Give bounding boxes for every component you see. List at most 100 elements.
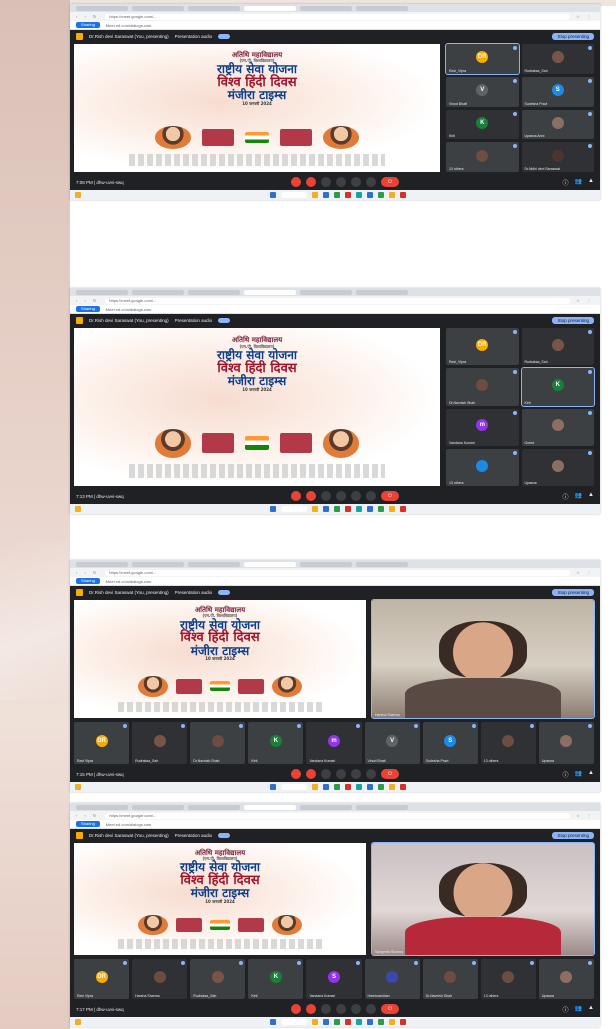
stop-presenting-button[interactable]: Stop presenting: [552, 32, 594, 40]
audio-toggle[interactable]: [218, 589, 231, 595]
taskbar-app-icon[interactable]: [378, 506, 384, 512]
info-icon[interactable]: ⓘ: [563, 1005, 569, 1014]
weather-icon[interactable]: [75, 1019, 81, 1025]
taskbar-app-icon[interactable]: [378, 1019, 384, 1025]
participant-tile[interactable]: Upasna: [538, 959, 594, 999]
leave-call-button[interactable]: ⏻: [381, 769, 399, 779]
browser-tab[interactable]: [76, 561, 128, 567]
browser-tab[interactable]: [356, 5, 408, 11]
mic-icon[interactable]: [291, 1004, 301, 1014]
taskbar-app-icon[interactable]: [345, 192, 351, 198]
browser-tab[interactable]: [244, 804, 296, 810]
participant-tile[interactable]: DR Ravi Vipra: [74, 959, 130, 999]
more-icon[interactable]: [366, 491, 376, 501]
leave-call-button[interactable]: ⏻: [381, 491, 399, 501]
browser-tab[interactable]: [300, 5, 352, 11]
taskbar-app-icon[interactable]: [400, 506, 406, 512]
taskbar-app-icon[interactable]: [356, 192, 362, 198]
participant-tile[interactable]: Rudraksa_Sah: [521, 44, 594, 74]
taskbar-app-icon[interactable]: [400, 784, 406, 790]
people-icon[interactable]: 👥: [575, 1005, 582, 1014]
browser-tab[interactable]: [300, 289, 352, 295]
start-icon[interactable]: [270, 1019, 276, 1025]
participant-tile[interactable]: S Vandana Kumari: [306, 959, 362, 999]
browser-tab[interactable]: [76, 289, 128, 295]
participant-tile[interactable]: 13 others: [446, 142, 519, 172]
browser-actions-icon[interactable]: ☆ ⋮: [576, 570, 594, 575]
taskbar-app-icon[interactable]: [367, 506, 373, 512]
browser-actions-icon[interactable]: ☆ ⋮: [576, 813, 594, 818]
raise-hand-icon[interactable]: [336, 177, 346, 187]
taskbar-app-icon[interactable]: [367, 784, 373, 790]
browser-tab[interactable]: [188, 289, 240, 295]
nav-arrows-icon[interactable]: ‹ › ↻: [76, 298, 99, 303]
more-icon[interactable]: [366, 1004, 376, 1014]
camera-icon[interactable]: [306, 177, 316, 187]
people-icon[interactable]: 👥: [575, 178, 582, 187]
participant-tile[interactable]: K Kirti: [248, 959, 304, 999]
present-icon[interactable]: [351, 491, 361, 501]
browser-actions-icon[interactable]: ☆ ⋮: [576, 14, 594, 19]
participant-tile[interactable]: 13 others: [480, 722, 536, 764]
start-icon[interactable]: [270, 192, 276, 198]
mic-icon[interactable]: [291, 769, 301, 779]
active-speaker-tile[interactable]: Harsha Sharma: [371, 599, 595, 719]
participant-tile[interactable]: V Vinod Bhatt: [364, 722, 420, 764]
activities-icon[interactable]: ▲: [588, 1005, 594, 1014]
browser-tab[interactable]: [244, 5, 296, 11]
taskbar-app-icon[interactable]: [367, 1019, 373, 1025]
browser-tab[interactable]: [132, 289, 184, 295]
browser-tab[interactable]: [132, 5, 184, 11]
taskbar-app-icon[interactable]: [400, 192, 406, 198]
info-icon[interactable]: ⓘ: [563, 178, 569, 187]
browser-tab[interactable]: [356, 804, 408, 810]
active-speaker-tile[interactable]: Sangeeta Sharma: [371, 842, 595, 956]
participant-tile[interactable]: K Kirti: [446, 109, 519, 140]
browser-tab[interactable]: [76, 804, 128, 810]
browser-tab[interactable]: [188, 5, 240, 11]
url-field[interactable]: https://meet.google.com/...: [105, 812, 571, 819]
weather-icon[interactable]: [75, 506, 81, 512]
participant-tile[interactable]: Guest: [521, 408, 594, 446]
browser-tab[interactable]: [244, 289, 296, 295]
taskbar-app-icon[interactable]: [367, 192, 373, 198]
taskbar-app-icon[interactable]: [334, 192, 340, 198]
sharing-pill[interactable]: Sharing: [76, 821, 100, 827]
participant-tile[interactable]: Upasna: [521, 448, 594, 486]
start-icon[interactable]: [270, 784, 276, 790]
participant-tile[interactable]: Harshvardhan: [364, 959, 420, 999]
present-icon[interactable]: [351, 177, 361, 187]
url-field[interactable]: https://meet.google.com/...: [105, 569, 571, 576]
browser-tab[interactable]: [76, 5, 128, 11]
participant-tile[interactable]: Dr.Nidhi devi Saraswat: [521, 142, 594, 172]
taskbar-app-icon[interactable]: [334, 1019, 340, 1025]
taskbar-app-icon[interactable]: [356, 506, 362, 512]
more-icon[interactable]: [366, 177, 376, 187]
browser-actions-icon[interactable]: ☆ ⋮: [576, 298, 594, 303]
taskbar-app-icon[interactable]: [323, 192, 329, 198]
browser-tab[interactable]: [300, 561, 352, 567]
participant-tile[interactable]: K Kirti: [248, 722, 304, 764]
mic-icon[interactable]: [291, 491, 301, 501]
url-field[interactable]: https://meet.google.com/...: [105, 13, 571, 20]
leave-call-button[interactable]: ⏻: [381, 177, 399, 187]
sharing-pill[interactable]: Sharing: [76, 306, 100, 312]
captions-icon[interactable]: [321, 1004, 331, 1014]
present-icon[interactable]: [351, 769, 361, 779]
participant-tile[interactable]: S Sudesha Pravi: [521, 76, 594, 107]
taskbar-app-icon[interactable]: [378, 192, 384, 198]
activities-icon[interactable]: ▲: [588, 770, 594, 779]
activities-icon[interactable]: ▲: [588, 492, 594, 501]
taskbar-app-icon[interactable]: [400, 1019, 406, 1025]
stop-presenting-button[interactable]: Stop presenting: [552, 316, 594, 324]
browser-tab[interactable]: [132, 804, 184, 810]
camera-icon[interactable]: [306, 769, 316, 779]
audio-toggle[interactable]: [218, 832, 231, 838]
taskbar-app-icon[interactable]: [345, 506, 351, 512]
captions-icon[interactable]: [321, 769, 331, 779]
taskbar-app-icon[interactable]: [389, 192, 395, 198]
participant-tile[interactable]: Rudraksa_Sah: [190, 959, 246, 999]
taskbar-app-icon[interactable]: [345, 784, 351, 790]
stop-presenting-button[interactable]: Stop presenting: [552, 831, 594, 839]
raise-hand-icon[interactable]: [336, 769, 346, 779]
